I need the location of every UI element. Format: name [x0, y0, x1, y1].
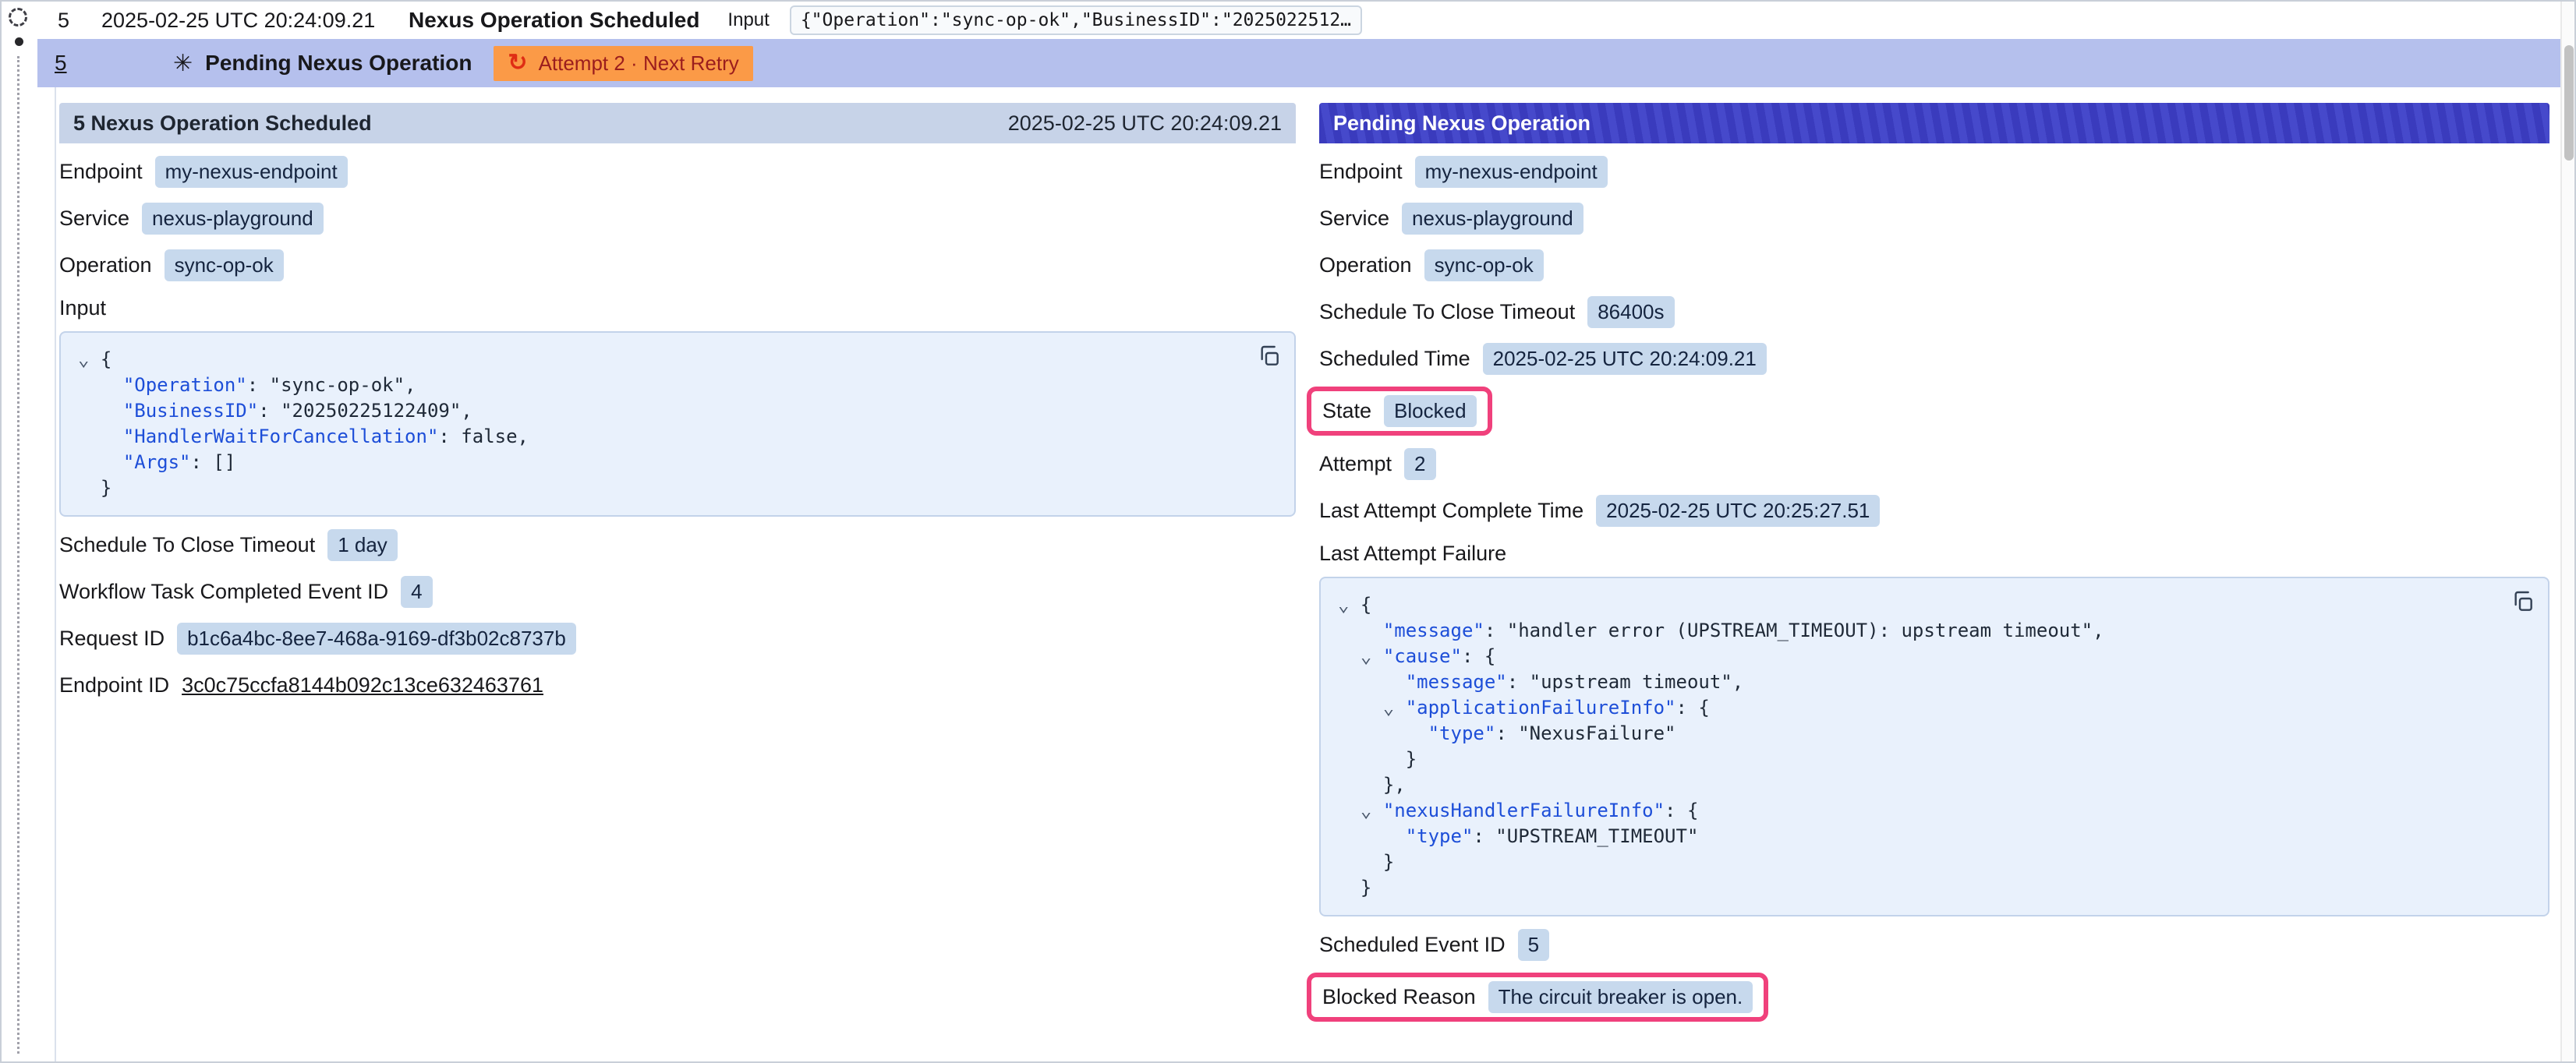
collapse-icon[interactable]: ⌄: [1361, 800, 1383, 821]
state-value-chip: Blocked: [1384, 395, 1477, 427]
field-value-chip: sync-op-ok: [165, 249, 284, 281]
field-row-endpoint: Endpoint my-nexus-endpoint: [59, 153, 1296, 190]
attempt-retry-label: Attempt 2 · Next Retry: [539, 51, 739, 76]
pending-event-id-link[interactable]: 5: [55, 51, 173, 76]
field-row-scheduled-event-id: Scheduled Event ID 5: [1319, 926, 2549, 963]
field-value-chip: 5: [1518, 929, 1549, 961]
field-row-attempt: Attempt 2: [1319, 445, 2549, 482]
collapse-icon[interactable]: ⌄: [1338, 594, 1361, 616]
event-history-row[interactable]: 5 2025-02-25 UTC 20:24:09.21 Nexus Opera…: [37, 2, 2560, 39]
field-label: Scheduled Time: [1319, 347, 1470, 371]
field-label: Last Attempt Complete Time: [1319, 499, 1583, 523]
copy-icon[interactable]: [1257, 344, 1282, 369]
collapse-icon[interactable]: ⌄: [1361, 645, 1383, 667]
field-row-schedule-to-close: Schedule To Close Timeout 1 day: [59, 526, 1296, 563]
event-input-preview: {"Operation":"sync-op-ok","BusinessID":"…: [790, 5, 1362, 35]
field-value-chip: b1c6a4bc-8ee7-468a-9169-df3b02c8737b: [177, 623, 576, 655]
field-row-blocked-reason: Blocked Reason The circuit breaker is op…: [1319, 973, 2549, 1022]
pending-operation-panel: Pending Nexus Operation Endpoint my-nexu…: [1319, 103, 2549, 1061]
pending-operation-title: Pending Nexus Operation: [205, 51, 472, 76]
pending-operation-header-title: Pending Nexus Operation: [1333, 111, 1591, 136]
field-label: Scheduled Event ID: [1319, 933, 1506, 957]
field-row-last-attempt-complete: Last Attempt Complete Time 2025-02-25 UT…: [1319, 492, 2549, 529]
copy-icon[interactable]: [2511, 589, 2535, 614]
field-label: Request ID: [59, 627, 165, 651]
field-label: Schedule To Close Timeout: [1319, 300, 1575, 324]
event-detail-header: 5 Nexus Operation Scheduled 2025-02-25 U…: [59, 103, 1296, 143]
event-id: 5: [58, 9, 81, 33]
field-row-operation: Operation sync-op-ok: [59, 246, 1296, 284]
field-value-chip: 2: [1404, 448, 1435, 480]
field-label: Schedule To Close Timeout: [59, 533, 315, 557]
state-annotation-highlight: State Blocked: [1307, 387, 1492, 436]
event-detail-title: 5 Nexus Operation Scheduled: [73, 111, 372, 136]
field-row-service: Service nexus-playground: [1319, 200, 2549, 237]
event-detail-timestamp: 2025-02-25 UTC 20:24:09.21: [1008, 111, 1282, 136]
attempt-retry-badge: ↻ Attempt 2 · Next Retry: [494, 46, 752, 81]
field-value-chip: nexus-playground: [1402, 203, 1583, 235]
blocked-reason-value-chip: The circuit breaker is open.: [1488, 981, 1753, 1013]
field-row-state: State Blocked: [1319, 387, 2549, 436]
field-row-wft-completed-id: Workflow Task Completed Event ID 4: [59, 573, 1296, 610]
event-detail-panels: 5 Nexus Operation Scheduled 2025-02-25 U…: [55, 87, 2560, 1061]
timeline-spinner-icon: [9, 8, 27, 26]
pending-operation-header: Pending Nexus Operation: [1319, 103, 2549, 143]
retry-icon: ↻: [508, 51, 527, 75]
scrollbar-thumb[interactable]: [2564, 45, 2574, 161]
field-label: Endpoint ID: [59, 673, 169, 697]
field-label: Service: [1319, 207, 1389, 231]
event-timestamp: 2025-02-25 UTC 20:24:09.21: [101, 9, 388, 33]
field-value-chip: my-nexus-endpoint: [155, 156, 348, 188]
field-value-chip: sync-op-ok: [1424, 249, 1544, 281]
field-label: Operation: [59, 253, 152, 277]
field-value-chip: 1 day: [327, 529, 398, 561]
event-history-view: 5 2025-02-25 UTC 20:24:09.21 Nexus Opera…: [2, 2, 2574, 1061]
field-label: Service: [59, 207, 129, 231]
timeline-gutter: [2, 2, 37, 1061]
field-value-chip: my-nexus-endpoint: [1415, 156, 1608, 188]
event-detail-label: Input: [727, 9, 769, 31]
field-value-chip: 86400s: [1587, 296, 1674, 328]
field-row-service: Service nexus-playground: [59, 200, 1296, 237]
field-label: Endpoint: [59, 160, 143, 184]
content-area: 5 2025-02-25 UTC 20:24:09.21 Nexus Opera…: [37, 2, 2560, 1061]
field-row-request-id: Request ID b1c6a4bc-8ee7-468a-9169-df3b0…: [59, 620, 1296, 657]
field-value-chip: 2025-02-25 UTC 20:24:09.21: [1483, 343, 1767, 375]
timeline-dot-icon: [15, 37, 23, 46]
field-value-chip: 4: [401, 576, 432, 608]
field-label: State: [1322, 399, 1371, 423]
blocked-reason-annotation-highlight: Blocked Reason The circuit breaker is op…: [1307, 973, 1768, 1022]
endpoint-id-link[interactable]: 3c0c75ccfa8144b092c13ce632463761: [182, 673, 543, 697]
field-row-schedule-to-close: Schedule To Close Timeout 86400s: [1319, 293, 2549, 330]
field-row-scheduled-time: Scheduled Time 2025-02-25 UTC 20:24:09.2…: [1319, 340, 2549, 377]
vertical-scrollbar[interactable]: [2560, 2, 2574, 1061]
field-value-chip: 2025-02-25 UTC 20:25:27.51: [1596, 495, 1880, 527]
field-label: Operation: [1319, 253, 1412, 277]
field-label: Endpoint: [1319, 160, 1403, 184]
collapse-icon[interactable]: ⌄: [1383, 697, 1406, 719]
failure-section-label: Last Attempt Failure: [1319, 542, 2549, 566]
field-label: Blocked Reason: [1322, 985, 1476, 1009]
field-row-operation: Operation sync-op-ok: [1319, 246, 2549, 284]
failure-json-viewer: ⌄ { "message": "handler error (UPSTREAM_…: [1319, 577, 2549, 916]
event-name: Nexus Operation Scheduled: [409, 8, 699, 33]
event-detail-panel: 5 Nexus Operation Scheduled 2025-02-25 U…: [59, 103, 1296, 1061]
input-json-viewer: ⌄ { "Operation": "sync-op-ok", "Business…: [59, 331, 1296, 517]
timeline-connector-line: [17, 56, 19, 1054]
field-label: Attempt: [1319, 452, 1392, 476]
field-value-chip: nexus-playground: [142, 203, 324, 235]
pending-operation-row[interactable]: 5 ✳ Pending Nexus Operation ↻ Attempt 2 …: [37, 39, 2560, 87]
field-label: Workflow Task Completed Event ID: [59, 580, 388, 604]
field-row-endpoint-id: Endpoint ID 3c0c75ccfa8144b092c13ce63246…: [59, 666, 1296, 704]
collapse-icon[interactable]: ⌄: [78, 348, 101, 370]
field-row-endpoint: Endpoint my-nexus-endpoint: [1319, 153, 2549, 190]
input-section-label: Input: [59, 296, 1296, 320]
pending-asterisk-icon: ✳: [173, 50, 193, 77]
